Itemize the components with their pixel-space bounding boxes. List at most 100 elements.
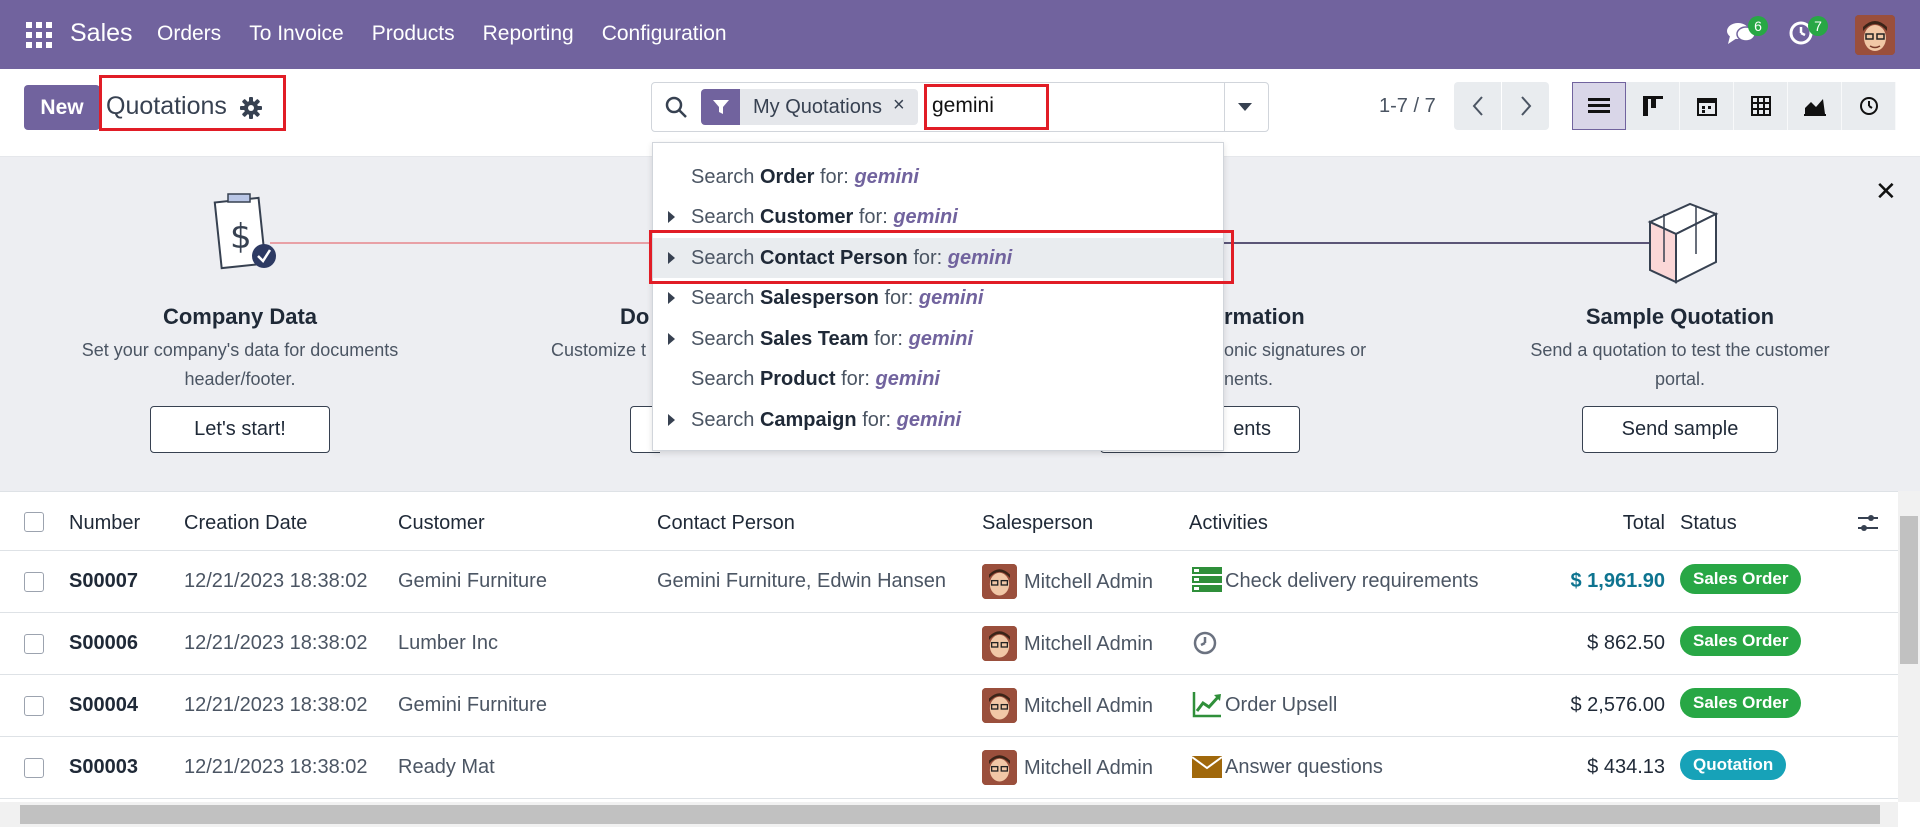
menu-configuration[interactable]: Configuration	[602, 22, 727, 46]
header-total[interactable]: Total	[1565, 512, 1665, 535]
step-company-data-desc-line1: Set your company's data for documents	[81, 340, 399, 360]
row-number: S00004	[69, 694, 138, 716]
pager-previous-button[interactable]	[1454, 82, 1501, 130]
vertical-scrollbar-thumb[interactable]	[1900, 516, 1918, 664]
status-badge: Sales Order	[1680, 688, 1802, 718]
kanban-view-button[interactable]	[1626, 82, 1680, 130]
search-campaign-suffix: for:	[862, 408, 892, 431]
row-checkbox[interactable]	[24, 696, 44, 716]
calendar-view-button[interactable]	[1680, 82, 1734, 130]
search-customer-field: Customer	[759, 205, 854, 228]
step-sample-quotation-desc-line2: portal.	[1654, 369, 1706, 389]
table-row[interactable]: S00004 12/21/2023 18:38:02 Gemini Furnit…	[0, 675, 1898, 737]
gear-icon[interactable]	[240, 97, 262, 119]
row-checkbox[interactable]	[24, 634, 44, 654]
new-button[interactable]: New	[24, 85, 100, 130]
optional-columns-icon[interactable]	[1856, 512, 1880, 534]
search-order-field: Order	[759, 165, 815, 188]
table-row[interactable]: S00007 12/21/2023 18:38:02 Gemini Furnit…	[0, 551, 1898, 613]
horizontal-scrollbar-thumb[interactable]	[20, 805, 1880, 824]
row-contact: Gemini Furniture, Edwin Hansen	[657, 570, 947, 592]
search-input[interactable]	[932, 94, 1042, 118]
salesperson-avatar	[982, 688, 1017, 723]
close-onboarding-icon[interactable]: ✕	[1875, 176, 1897, 207]
header-contact-person[interactable]: Contact Person	[657, 512, 795, 535]
view-switcher	[1572, 82, 1896, 130]
lets-start-button[interactable]: Let's start!	[150, 406, 330, 453]
chart-up-icon[interactable]	[1192, 690, 1222, 718]
row-customer: Lumber Inc	[398, 632, 499, 654]
search-sales-team-option[interactable]: Search Sales Team for: gemini	[653, 319, 1223, 359]
search-campaign-option[interactable]: Search Campaign for: gemini	[653, 400, 1223, 440]
row-number: S00003	[69, 756, 138, 778]
row-activity[interactable]: Order Upsell	[1225, 694, 1337, 717]
header-activities[interactable]: Activities	[1189, 512, 1268, 535]
app-brand[interactable]: Sales	[70, 19, 133, 48]
select-all-checkbox[interactable]	[24, 512, 44, 532]
envelope-icon[interactable]	[1192, 755, 1222, 779]
menu-reporting[interactable]: Reporting	[483, 22, 574, 46]
remove-facet-icon[interactable]: ×	[893, 94, 905, 117]
svg-text:$: $	[230, 217, 252, 257]
menu-products[interactable]: Products	[372, 22, 455, 46]
search-salesperson-field: Salesperson	[759, 286, 879, 309]
search-icon[interactable]	[664, 95, 688, 119]
step-company-data-desc: Set your company's data for documents he…	[50, 336, 430, 394]
user-avatar[interactable]	[1855, 15, 1895, 55]
clock-icon[interactable]	[1192, 630, 1218, 656]
row-salesperson: Mitchell Admin	[1024, 757, 1153, 779]
row-checkbox[interactable]	[24, 758, 44, 778]
menu-to-invoice[interactable]: To Invoice	[249, 22, 344, 46]
header-creation-date[interactable]: Creation Date	[184, 512, 307, 535]
header-salesperson[interactable]: Salesperson	[982, 512, 1093, 535]
pager-value[interactable]: 1-7 / 7	[1379, 95, 1436, 118]
header-status[interactable]: Status	[1680, 512, 1737, 535]
header-customer[interactable]: Customer	[398, 512, 485, 535]
search-salesperson-option[interactable]: Search Salesperson for: gemini	[653, 278, 1223, 318]
table-row[interactable]: S00003 12/21/2023 18:38:02 Ready Mat Mit…	[0, 737, 1898, 799]
filter-icon	[701, 89, 740, 125]
graph-view-button[interactable]	[1788, 82, 1842, 130]
step-online-confirmation-desc-line2: nents.	[1224, 369, 1274, 389]
checklist-icon[interactable]	[1192, 566, 1222, 594]
row-salesperson: Mitchell Admin	[1024, 695, 1153, 717]
list-view-button[interactable]	[1572, 82, 1626, 130]
row-salesperson: Mitchell Admin	[1024, 571, 1153, 593]
search-order-option[interactable]: Search Order for: gemini	[653, 157, 1223, 197]
row-date: 12/21/2023 18:38:02	[184, 570, 368, 592]
pivot-view-button[interactable]	[1734, 82, 1788, 130]
search-options-caret-icon[interactable]	[1238, 103, 1252, 111]
search-salesperson-term: gemini	[918, 286, 984, 309]
chevron-right-icon	[1520, 96, 1531, 116]
pager-next-button[interactable]	[1502, 82, 1549, 130]
menu-orders[interactable]: Orders	[157, 22, 221, 46]
activity-view-button[interactable]	[1842, 82, 1896, 130]
expand-caret-icon[interactable]	[668, 211, 675, 223]
apps-grid-icon[interactable]	[26, 22, 52, 48]
search-facet: My Quotations	[740, 89, 918, 125]
search-autocomplete-dropdown: Search Order for: gemini Search Customer…	[652, 142, 1224, 451]
top-navbar: Sales Orders To Invoice Products Reporti…	[0, 0, 1920, 69]
search-product-option[interactable]: Search Product for: gemini	[653, 359, 1223, 399]
row-checkbox[interactable]	[24, 572, 44, 592]
row-total: $ 2,576.00	[1570, 694, 1665, 716]
search-sales-team-field: Sales Team	[759, 327, 869, 350]
pivot-table-icon	[1750, 96, 1771, 116]
table-row[interactable]: S00006 12/21/2023 18:38:02 Lumber Inc Mi…	[0, 613, 1898, 675]
row-activity[interactable]: Answer questions	[1225, 756, 1383, 779]
expand-caret-icon[interactable]	[668, 292, 675, 304]
step-company-data-title: Company Data	[162, 304, 318, 329]
search-order-term: gemini	[854, 165, 919, 188]
breadcrumb[interactable]: Quotations	[106, 92, 227, 121]
search-customer-prefix: Search	[691, 205, 755, 228]
row-activity[interactable]: Check delivery requirements	[1225, 570, 1478, 593]
expand-caret-icon[interactable]	[668, 414, 675, 426]
expand-caret-icon[interactable]	[668, 333, 675, 345]
status-badge: Sales Order	[1680, 626, 1802, 656]
search-salesperson-text: Search Salesperson for: gemini	[691, 287, 983, 310]
send-sample-button[interactable]: Send sample	[1582, 406, 1778, 453]
search-campaign-field: Campaign	[759, 408, 857, 431]
chevron-left-icon	[1472, 96, 1483, 116]
row-customer: Gemini Furniture	[398, 694, 547, 716]
header-number[interactable]: Number	[69, 512, 140, 535]
